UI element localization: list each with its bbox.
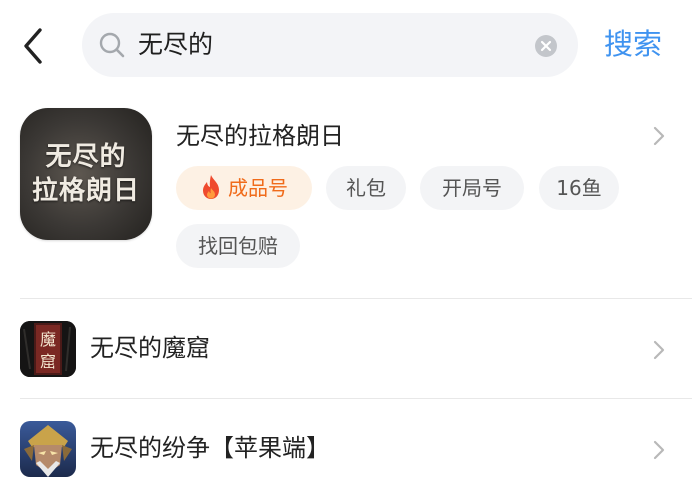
back-button[interactable]: [18, 26, 52, 66]
tag-finished-account[interactable]: 成品号: [176, 166, 312, 210]
tag-starter-account[interactable]: 开局号: [420, 166, 524, 210]
search-button[interactable]: 搜索: [604, 26, 662, 62]
divider: [20, 298, 692, 299]
app-icon-text-line2: 拉格朗日: [31, 176, 140, 206]
search-icon: [99, 32, 125, 58]
app-icon[interactable]: 魔 窟: [20, 321, 76, 377]
tag-recovery-guarantee[interactable]: 找回包赔: [176, 224, 300, 268]
chevron-right-icon: [653, 126, 665, 146]
game-title[interactable]: 无尽的拉格朗日: [176, 120, 344, 152]
chevron-left-icon: [24, 28, 42, 64]
app-icon[interactable]: 无尽的 拉格朗日: [20, 108, 152, 240]
list-item[interactable]: 魔 窟 无尽的魔窟: [0, 300, 697, 398]
clear-icon[interactable]: [534, 34, 558, 58]
game-title[interactable]: 无尽的魔窟: [90, 332, 210, 364]
divider: [20, 398, 692, 399]
list-item[interactable]: 无尽的纷争【苹果端】: [0, 400, 697, 498]
icon-char-2: 窟: [40, 352, 56, 371]
top-result-card[interactable]: 无尽的 拉格朗日 无尽的拉格朗日 成品号 礼包 开局号 16鱼 找回包赔: [0, 96, 697, 286]
app-icon-text-line1: 无尽的: [45, 142, 127, 172]
warrior-portrait-icon: [20, 421, 76, 477]
tag-gift-pack[interactable]: 礼包: [326, 166, 406, 210]
tag-16-yu[interactable]: 16鱼: [539, 166, 619, 210]
game-title[interactable]: 无尽的纷争【苹果端】: [90, 432, 330, 464]
icon-char-1: 魔: [40, 330, 56, 349]
search-query-text: 无尽的: [138, 30, 214, 59]
demon-cave-icon: 魔 窟: [20, 321, 76, 377]
fire-icon: [203, 175, 219, 199]
chevron-right-icon: [653, 440, 665, 460]
tag-label: 成品号: [228, 176, 288, 200]
chevron-right-icon: [653, 340, 665, 360]
app-icon[interactable]: [20, 421, 76, 477]
search-input[interactable]: 无尽的: [82, 13, 578, 77]
